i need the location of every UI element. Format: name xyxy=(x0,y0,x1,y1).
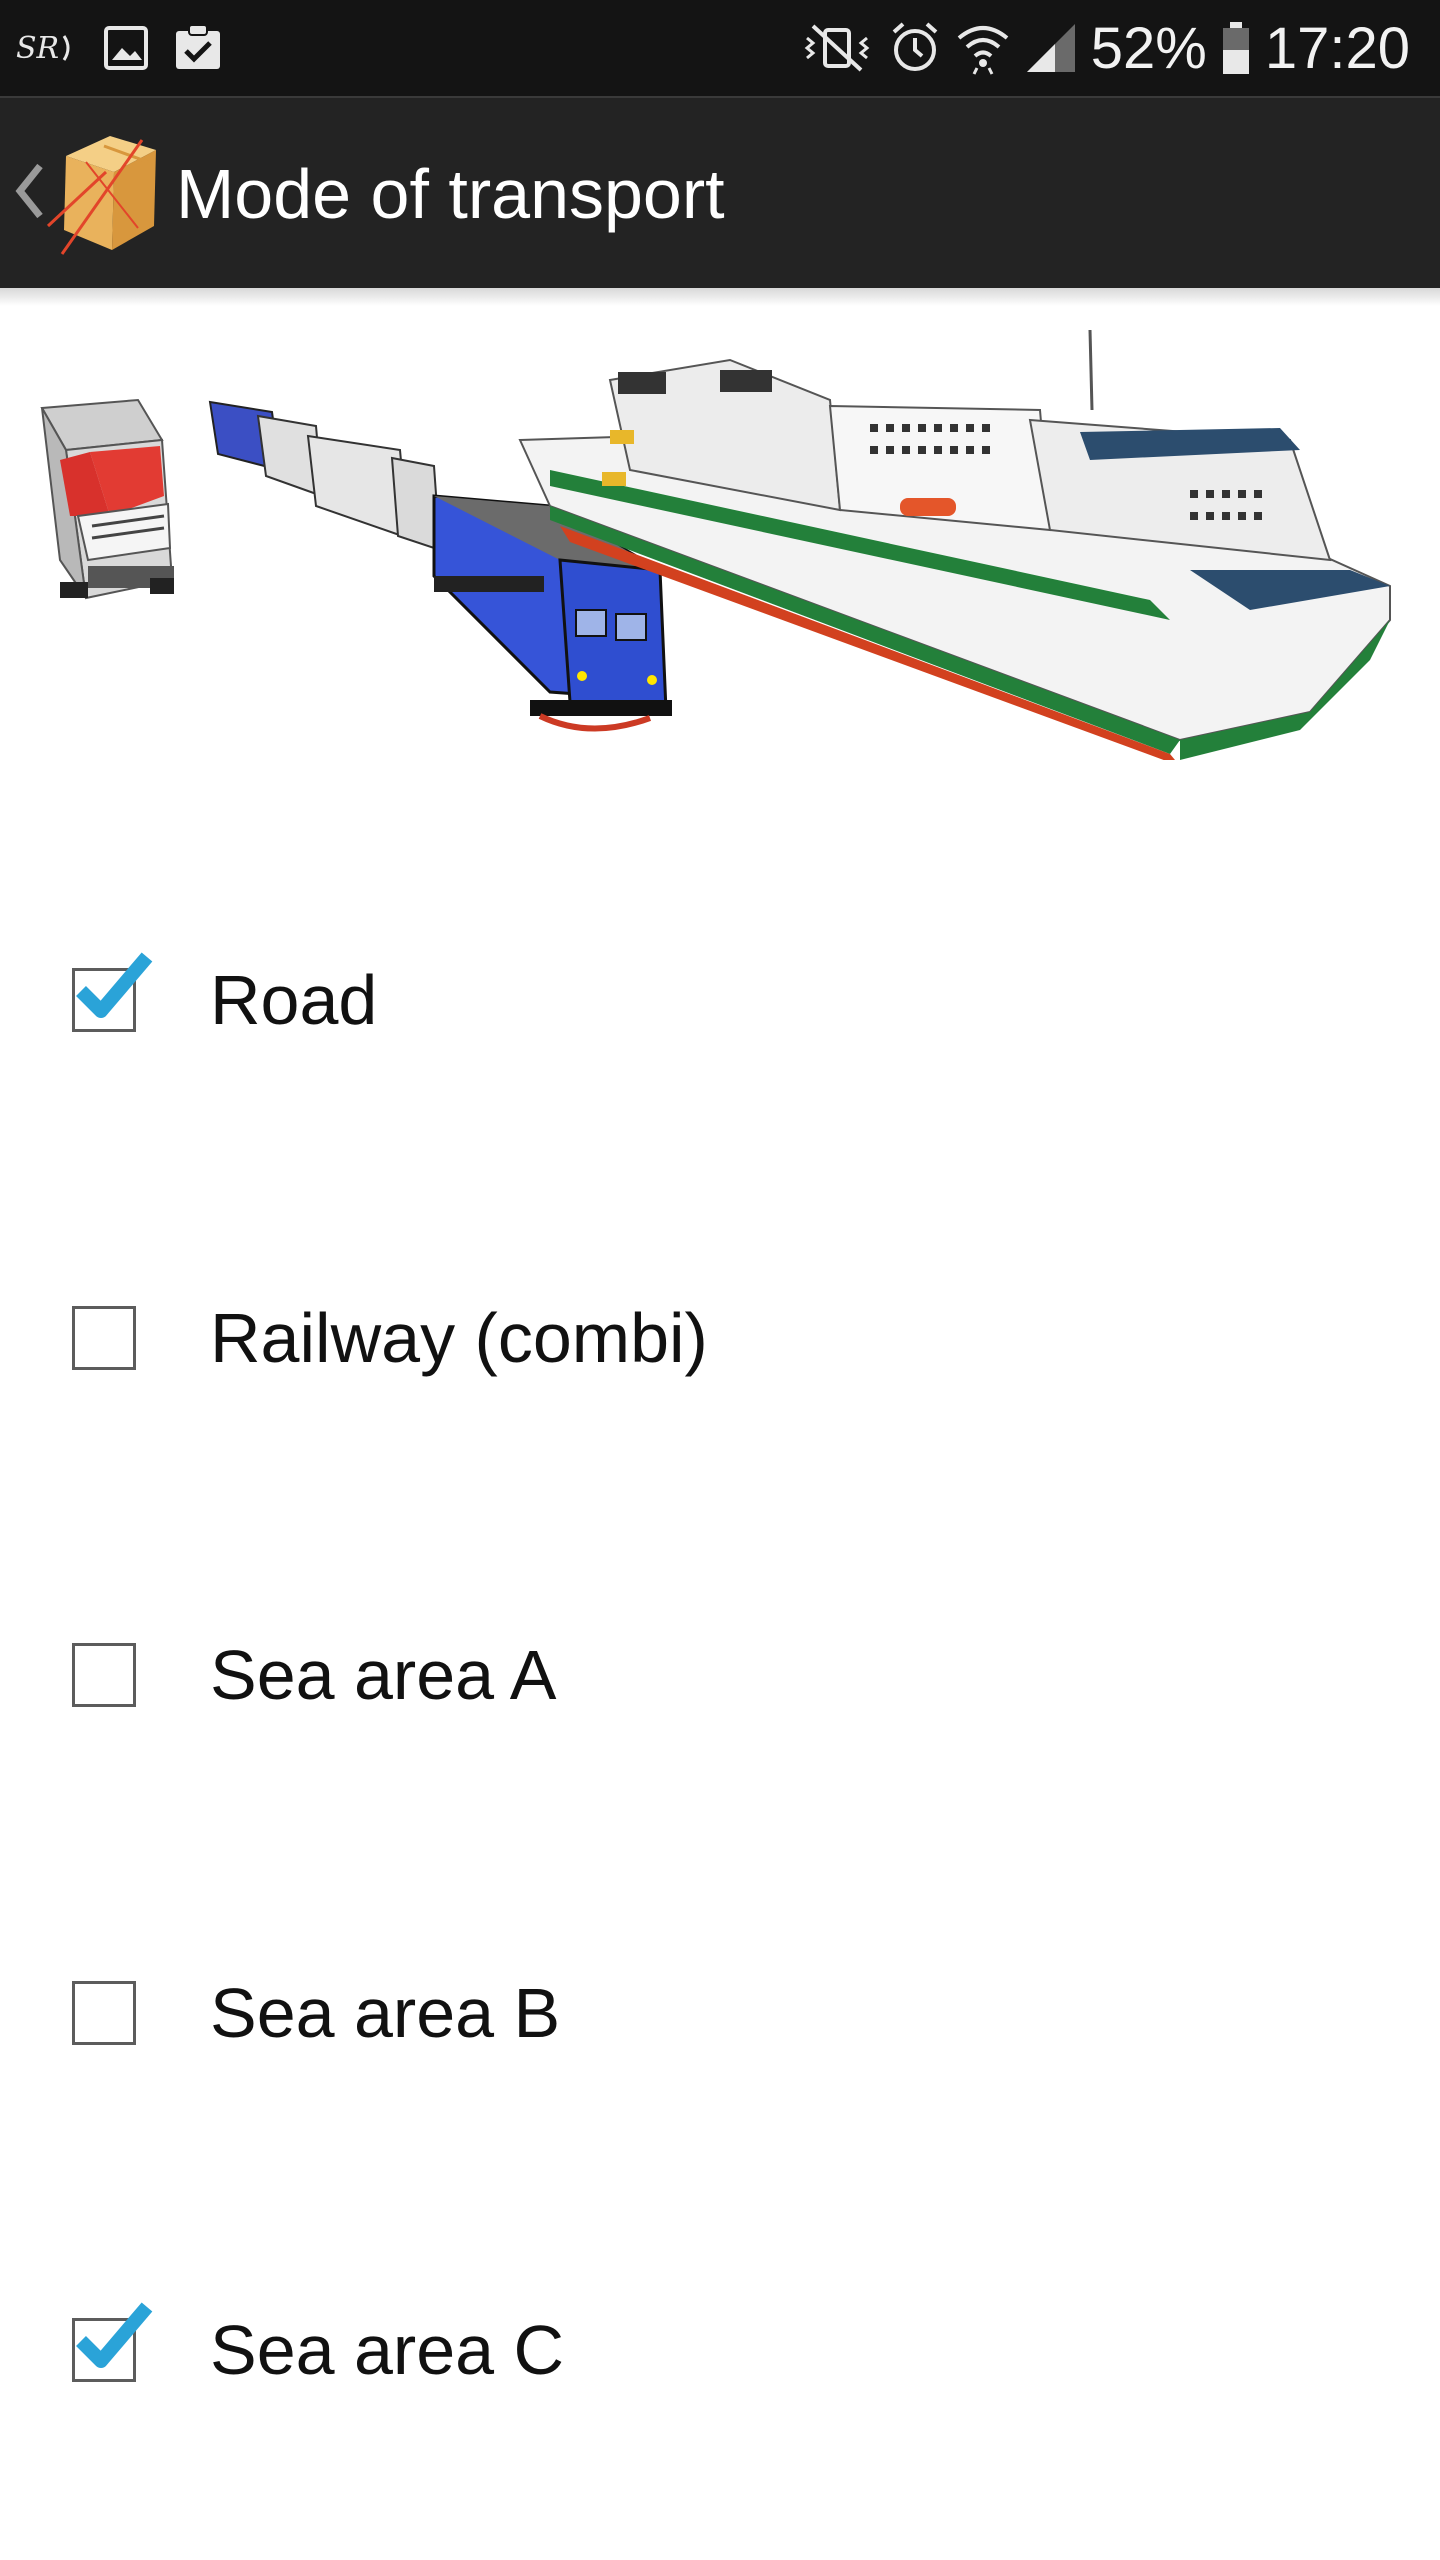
signal-icon xyxy=(1025,22,1077,74)
truck-illustration xyxy=(40,398,174,600)
option-label: Road xyxy=(210,961,378,1039)
option-label: Sea area A xyxy=(210,1636,557,1714)
chevron-left-icon xyxy=(12,160,46,227)
sea-area-a-checkbox[interactable] xyxy=(72,1643,136,1707)
option-label: Sea area C xyxy=(210,2311,565,2389)
railway-checkbox[interactable] xyxy=(72,1306,136,1370)
wifi-icon xyxy=(955,20,1011,76)
up-navigation-button[interactable] xyxy=(0,98,170,290)
transport-vehicles-illustration xyxy=(30,320,1420,766)
option-sea-area-b[interactable]: Sea area B xyxy=(0,1928,1440,2098)
action-bar: Mode of transport xyxy=(0,96,1440,288)
status-bar: SR 52% 17:20 xyxy=(0,0,1440,96)
sea-area-c-checkbox[interactable] xyxy=(72,2302,153,2382)
option-sea-area-c[interactable]: Sea area C xyxy=(0,2265,1440,2435)
carrier-logo-icon: SR xyxy=(16,28,80,68)
checkmark-icon xyxy=(71,2291,155,2380)
sea-area-b-checkbox[interactable] xyxy=(72,1981,136,2045)
clipboard-check-icon xyxy=(172,23,224,73)
road-checkbox[interactable] xyxy=(72,952,153,1032)
svg-text:SR: SR xyxy=(16,31,59,66)
alarm-icon xyxy=(889,20,941,76)
option-road[interactable]: Road xyxy=(0,915,1440,1085)
action-bar-shadow xyxy=(0,288,1440,306)
checkmark-icon xyxy=(71,941,155,1030)
option-label: Sea area B xyxy=(210,1974,561,2052)
image-notification-icon xyxy=(102,24,150,72)
option-railway[interactable]: Railway (combi) xyxy=(0,1253,1440,1423)
battery-percent: 52% xyxy=(1090,15,1207,81)
battery-icon xyxy=(1221,20,1251,76)
option-sea-area-a[interactable]: Sea area A xyxy=(0,1590,1440,1760)
package-box-icon xyxy=(46,126,164,261)
option-label: Railway (combi) xyxy=(210,1299,708,1377)
vibrate-mute-icon xyxy=(799,20,875,76)
page-title: Mode of transport xyxy=(176,155,725,233)
clock-time: 17:20 xyxy=(1264,15,1410,81)
